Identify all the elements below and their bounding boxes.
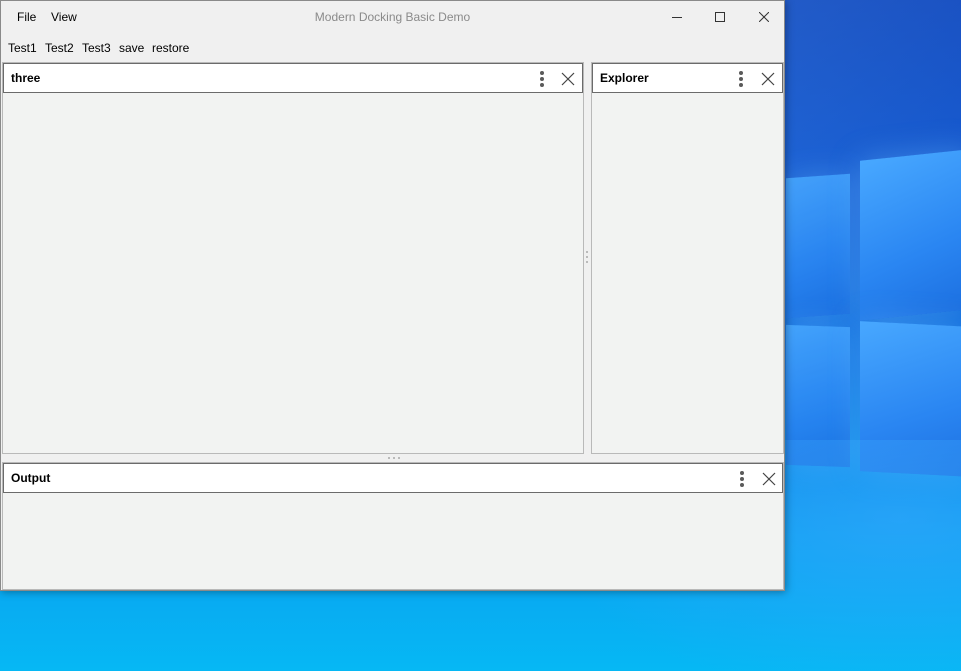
dock-title-explorer: Explorer bbox=[600, 71, 649, 85]
toolbar-restore[interactable]: restore bbox=[152, 41, 189, 55]
more-vertical-icon[interactable] bbox=[736, 70, 746, 88]
dock-title-three: three bbox=[11, 71, 41, 85]
toolbar-test3[interactable]: Test3 bbox=[82, 41, 111, 55]
dock-header-output[interactable]: Output bbox=[3, 463, 783, 493]
minimize-button[interactable] bbox=[654, 1, 700, 33]
more-vertical-icon[interactable] bbox=[737, 470, 747, 488]
close-window-button[interactable] bbox=[741, 1, 787, 33]
dock-panel-output: Output bbox=[2, 462, 784, 590]
toolbar-test1[interactable]: Test1 bbox=[8, 41, 37, 55]
dock-title-output: Output bbox=[11, 471, 51, 485]
title-bar[interactable]: File View Modern Docking Basic Demo bbox=[1, 1, 784, 33]
close-icon[interactable] bbox=[560, 71, 576, 87]
dock-header-three[interactable]: three bbox=[3, 63, 583, 93]
toolbar-test2[interactable]: Test2 bbox=[45, 41, 74, 55]
app-window: File View Modern Docking Basic Demo Test… bbox=[0, 0, 785, 591]
maximize-icon bbox=[715, 12, 725, 22]
dock-header-explorer[interactable]: Explorer bbox=[592, 63, 783, 93]
close-icon[interactable] bbox=[761, 471, 777, 487]
toolbar-save[interactable]: save bbox=[119, 41, 144, 55]
more-vertical-icon[interactable] bbox=[537, 70, 547, 88]
maximize-button[interactable] bbox=[697, 1, 743, 33]
vertical-splitter-handle[interactable] bbox=[586, 251, 589, 265]
minimize-icon bbox=[672, 17, 682, 18]
dock-panel-explorer: Explorer bbox=[591, 62, 784, 454]
dock-panel-three: three bbox=[2, 62, 584, 454]
horizontal-splitter-handle[interactable] bbox=[388, 457, 402, 460]
close-icon[interactable] bbox=[760, 71, 776, 87]
wallpaper-logo-pane bbox=[786, 173, 850, 319]
menu-file[interactable]: File bbox=[17, 10, 36, 24]
menu-view[interactable]: View bbox=[51, 10, 77, 24]
toolbar: Test1 Test2 Test3 save restore bbox=[1, 37, 784, 57]
wallpaper-logo-pane bbox=[860, 149, 961, 321]
close-icon bbox=[759, 12, 769, 22]
